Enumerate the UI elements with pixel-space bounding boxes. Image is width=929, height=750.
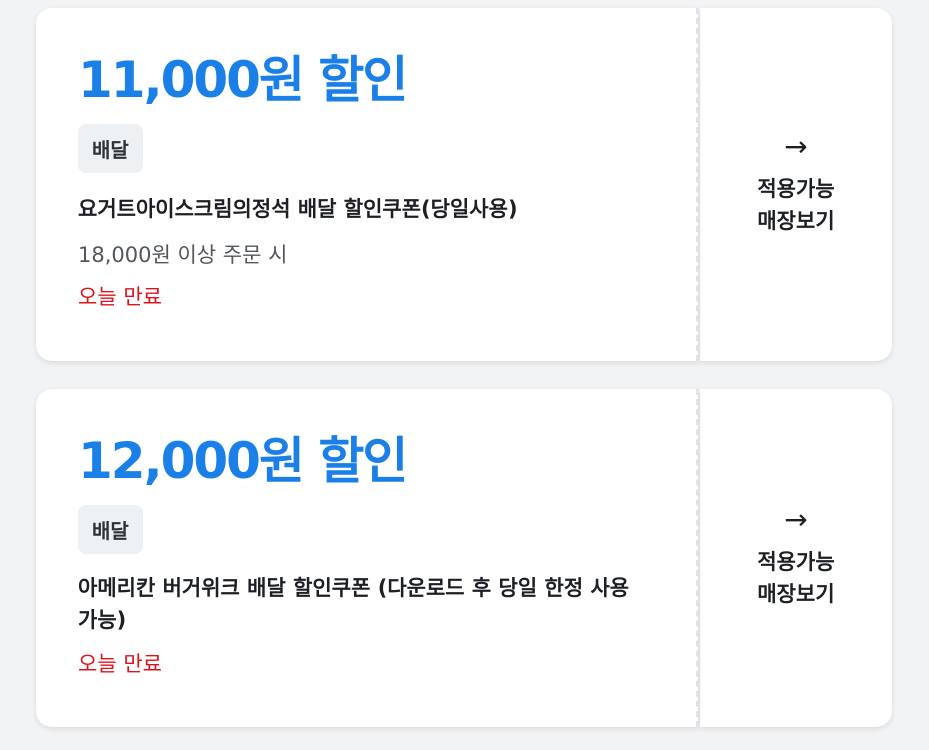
- category-badge: 배달: [78, 505, 143, 554]
- coupon-main: 12,000원 할인 배달 아메리칸 버거위크 배달 할인쿠폰 (다운로드 후 …: [36, 389, 698, 727]
- view-stores-label: 적용가능 매장보기: [757, 176, 835, 233]
- view-stores-label: 적용가능 매장보기: [757, 550, 835, 606]
- arrow-right-icon: →: [784, 129, 808, 163]
- view-stores-button[interactable]: → 적용가능 매장보기: [700, 389, 892, 727]
- coupon-title: 아메리칸 버거위크 배달 할인쿠폰 (다운로드 후 당일 한정 사용가능): [78, 576, 630, 632]
- view-stores-button[interactable]: → 적용가능 매장보기: [700, 8, 892, 361]
- category-badge: 배달: [78, 124, 143, 173]
- discount-amount: 12,000원 할인: [78, 432, 408, 490]
- coupon-card: 11,000원 할인 배달 요거트아이스크림의정석 배달 할인쿠폰(당일사용) …: [36, 8, 892, 361]
- expiry-label: 오늘 만료: [78, 652, 162, 676]
- discount-amount: 11,000원 할인: [78, 51, 408, 109]
- min-order-condition: 18,000원 이상 주문 시: [78, 243, 288, 267]
- coupon-card: 12,000원 할인 배달 아메리칸 버거위크 배달 할인쿠폰 (다운로드 후 …: [36, 389, 892, 727]
- coupon-title: 요거트아이스크림의정석 배달 할인쿠폰(당일사용): [78, 197, 518, 221]
- expiry-label: 오늘 만료: [78, 285, 162, 309]
- arrow-right-icon: →: [784, 503, 808, 536]
- coupon-main: 11,000원 할인 배달 요거트아이스크림의정석 배달 할인쿠폰(당일사용) …: [36, 8, 698, 361]
